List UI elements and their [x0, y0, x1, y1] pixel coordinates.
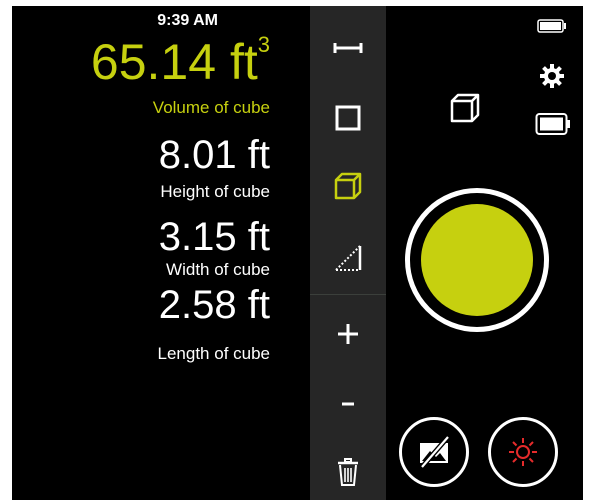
flash-button[interactable] — [488, 417, 558, 487]
shutter-button[interactable] — [405, 188, 549, 332]
photo-off-icon — [420, 435, 450, 469]
shutter-core — [421, 204, 533, 316]
length-value: 2.58 ft — [158, 283, 270, 327]
measure-toolbar — [310, 6, 386, 500]
camera-panel — [386, 6, 583, 500]
height-label: Height of cube — [160, 182, 270, 201]
width-label: Width of cube — [166, 260, 270, 279]
volume-exponent: 3 — [257, 32, 270, 57]
toolbar-divider — [310, 294, 386, 295]
ruler-tool-button[interactable] — [327, 28, 369, 68]
delete-button[interactable] — [327, 452, 369, 492]
remove-button[interactable] — [327, 384, 369, 424]
status-time: 9:39 AM — [157, 12, 218, 29]
length-label: Length of cube — [157, 344, 270, 363]
volume-tool-button[interactable] — [327, 166, 369, 206]
app-screen: 9:39 AM 65.14 ft3 Volume of cube 8.01 ft… — [12, 6, 583, 500]
trash-icon — [338, 458, 358, 486]
triangle-icon — [335, 245, 362, 271]
measurement-readout: 9:39 AM 65.14 ft3 Volume of cube 8.01 ft… — [12, 6, 310, 500]
square-icon — [335, 105, 361, 131]
width-value: 3.15 ft — [158, 215, 270, 259]
add-button[interactable] — [327, 314, 369, 354]
height-value: 8.01 ft — [158, 133, 270, 177]
cube-icon — [334, 172, 362, 200]
volume-value: 65.14 — [90, 34, 217, 90]
cube-mode-icon[interactable] — [448, 91, 482, 125]
volume-readout: 65.14 ft3 — [90, 32, 270, 90]
ruler-icon — [333, 43, 363, 53]
gear-icon[interactable] — [540, 64, 564, 88]
plus-icon — [338, 324, 358, 344]
volume-label: Volume of cube — [152, 98, 270, 117]
gallery-button[interactable] — [399, 417, 469, 487]
minus-icon — [342, 402, 354, 406]
battery-icon — [535, 113, 570, 135]
angle-tool-button[interactable] — [327, 238, 369, 278]
flash-sun-icon — [509, 438, 537, 466]
volume-unit: ft — [229, 34, 258, 90]
area-tool-button[interactable] — [327, 98, 369, 138]
status-battery-icon — [537, 19, 566, 33]
